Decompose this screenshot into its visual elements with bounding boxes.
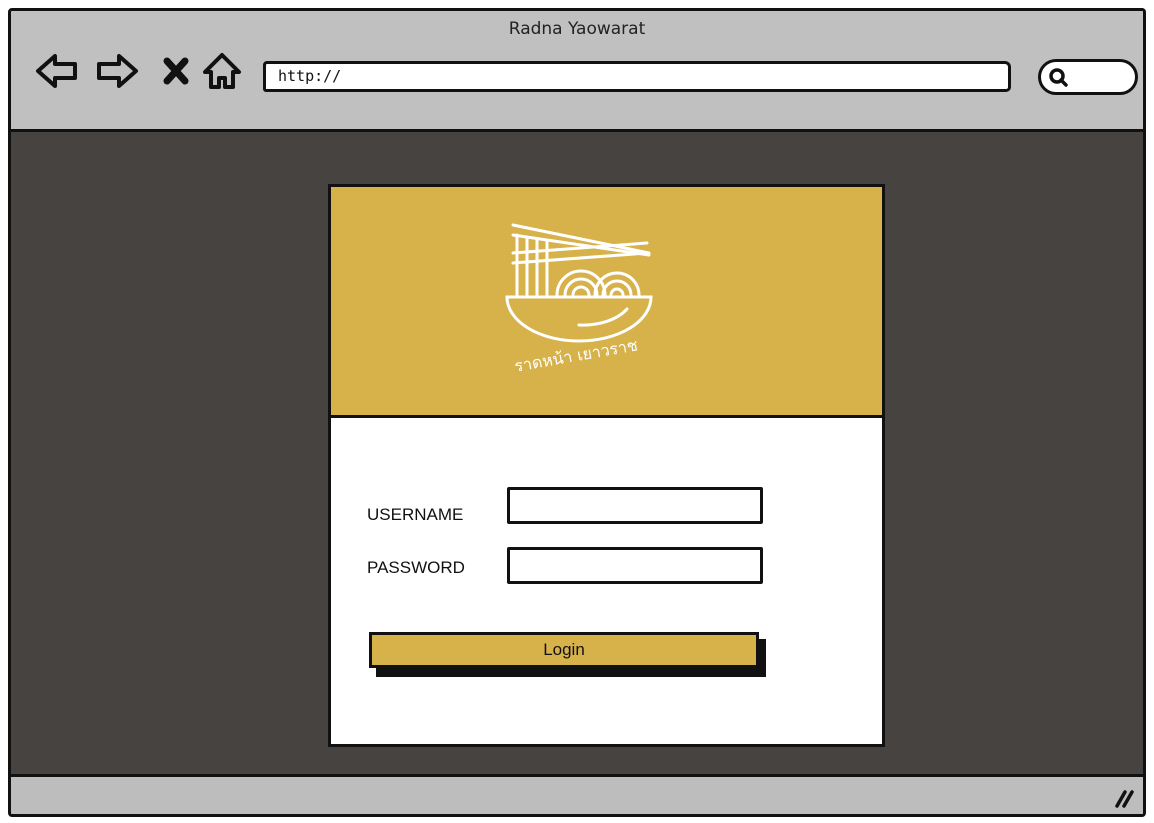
home-icon[interactable] bbox=[201, 51, 243, 91]
browser-window: Radna Yaowarat http:// ราดหน้า เยาวราช U… bbox=[8, 8, 1146, 817]
arrow-left-icon[interactable] bbox=[35, 51, 79, 91]
password-label: PASSWORD bbox=[367, 558, 465, 577]
login-button[interactable]: Login bbox=[369, 632, 759, 668]
page-content: ราดหน้า เยาวราช USERNAME PASSWORD Login bbox=[11, 132, 1143, 780]
username-label: USERNAME bbox=[367, 505, 464, 524]
close-icon[interactable] bbox=[161, 51, 191, 91]
window-title: Radna Yaowarat bbox=[508, 19, 646, 39]
arrow-right-icon[interactable] bbox=[95, 51, 139, 91]
url-input[interactable]: http:// bbox=[263, 61, 1011, 92]
logo-banner: ราดหน้า เยาวราช bbox=[331, 187, 882, 418]
search-icon bbox=[1049, 68, 1068, 87]
url-text: http:// bbox=[278, 67, 342, 85]
login-card: ราดหน้า เยาวราช USERNAME PASSWORD Login bbox=[328, 184, 885, 747]
noodle-bowl-logo: ราดหน้า เยาวราช bbox=[505, 223, 653, 373]
search-field[interactable] bbox=[1038, 59, 1138, 95]
browser-toolbar: Radna Yaowarat http:// bbox=[11, 11, 1143, 132]
password-input[interactable] bbox=[507, 547, 763, 584]
status-bar bbox=[11, 774, 1143, 814]
username-input[interactable] bbox=[507, 487, 763, 524]
resize-handle-icon[interactable] bbox=[1111, 786, 1135, 810]
